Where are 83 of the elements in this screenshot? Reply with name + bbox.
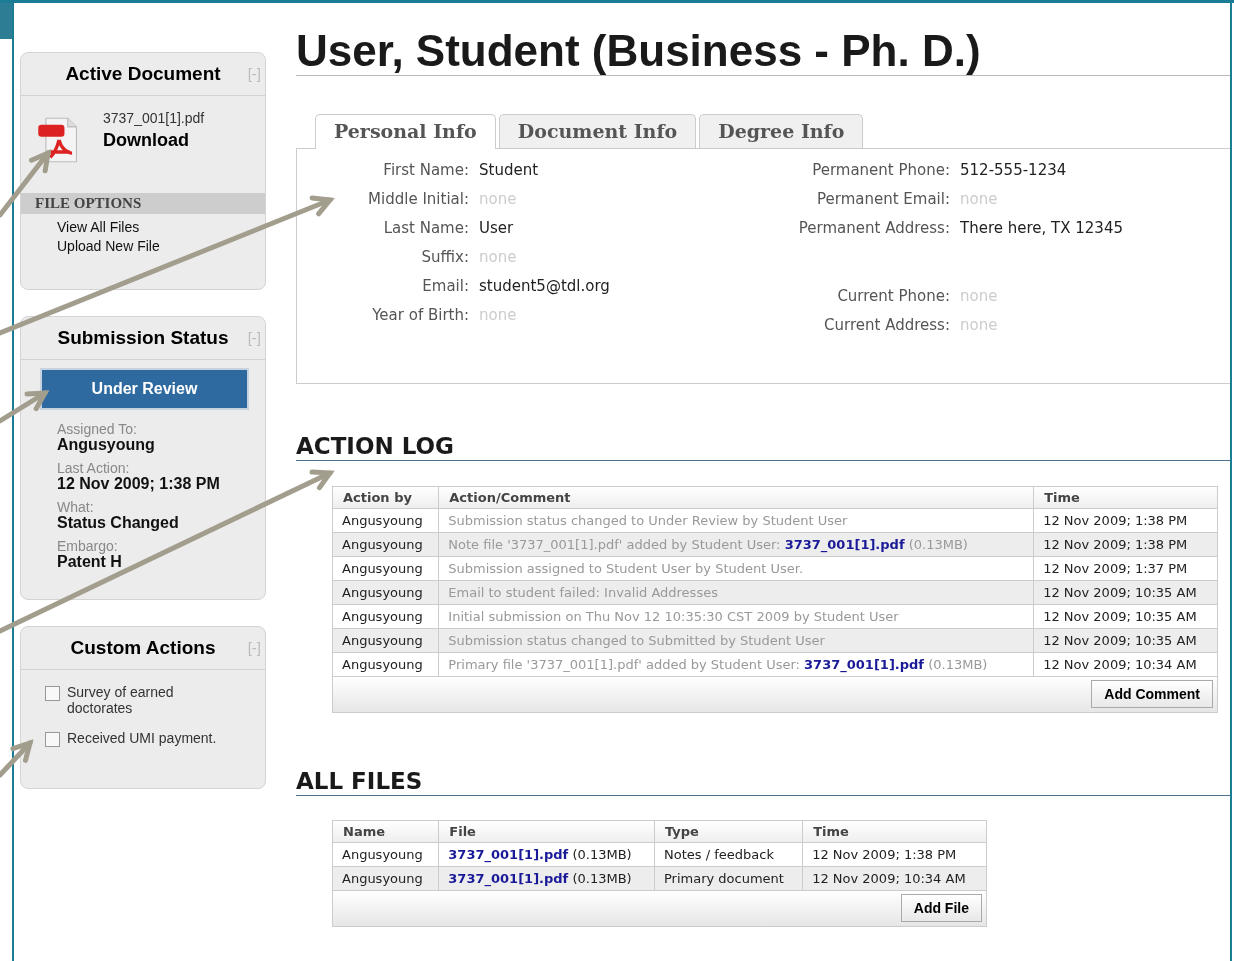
checkbox[interactable] — [45, 686, 60, 701]
detail-label: What: — [57, 500, 95, 515]
table-cell: Angusyoung — [333, 866, 439, 891]
column-header: Time — [1033, 487, 1217, 509]
column-header: Type — [654, 821, 803, 843]
table-cell: 12 Nov 2009; 1:38 PM — [1033, 532, 1217, 557]
panel-title: Custom Actions — [70, 637, 216, 659]
field-label: Suffix: — [420, 247, 470, 266]
table-cell: Angusyoung — [333, 628, 439, 653]
file-link[interactable]: 3737_001[1].pdf — [804, 657, 925, 672]
table-cell: Submission status changed to Submitted by Student User — [438, 628, 1034, 653]
table-cell: 12 Nov 2009; 10:34 AM — [802, 866, 986, 891]
column-header: Action by — [333, 487, 439, 509]
table-cell: Angusyoung — [333, 532, 439, 557]
field-label: Email: — [421, 276, 470, 295]
column-header: Action/Comment — [438, 487, 1034, 509]
field-value: 512-555-1234 — [960, 160, 1067, 179]
detail-value: Angusyoung — [57, 437, 156, 452]
table-cell: Angusyoung — [333, 508, 439, 533]
field-value: User — [479, 218, 514, 237]
table-cell: Notes / feedback — [654, 842, 803, 867]
table-cell: Angusyoung — [333, 652, 439, 677]
field-label: Current Address: — [823, 315, 951, 334]
file-link[interactable]: 3737_001[1].pdf — [448, 871, 569, 886]
table-cell: 3737_001[1].pdf (0.13MB) — [438, 842, 655, 867]
detail-label: Assigned To: — [57, 422, 138, 437]
table-cell: Angusyoung — [333, 556, 439, 581]
field-label: Permanent Email: — [816, 189, 951, 208]
file-link[interactable]: 3737_001[1].pdf — [448, 847, 569, 862]
panel-title: Active Document — [65, 63, 221, 85]
column-header: File — [438, 821, 655, 843]
section-heading: ACTION LOG — [296, 432, 1230, 461]
field-value: student5@tdl.org — [479, 276, 610, 295]
tab[interactable]: Degree Info — [699, 114, 864, 148]
corner-block — [0, 3, 12, 39]
file-options-heading: FILE OPTIONS — [21, 193, 265, 214]
status-badge: Under Review — [40, 368, 249, 410]
column-header: Name — [333, 821, 439, 843]
table-cell: Angusyoung — [333, 580, 439, 605]
table-cell: Email to student failed: Invalid Addresses — [438, 580, 1034, 605]
table-cell: Angusyoung — [333, 842, 439, 867]
table-cell: 12 Nov 2009; 10:35 AM — [1033, 580, 1217, 605]
field-label: First Name: — [382, 160, 470, 179]
table-cell: Initial submission on Thu Nov 12 10:35:30 CST 2009 by Student User — [438, 604, 1034, 629]
table-cell: 3737_001[1].pdf (0.13MB) — [438, 866, 655, 891]
add-file-button[interactable]: Add File — [900, 894, 982, 922]
detail-value: Status Changed — [57, 515, 180, 530]
download-link[interactable]: Download — [103, 130, 205, 151]
field-label: Middle Initial: — [367, 189, 470, 208]
field-label: Year of Birth: — [371, 305, 470, 324]
field-label: Last Name: — [382, 218, 470, 237]
annotation-arrow — [0, 390, 50, 424]
file-option-link[interactable]: View All Files — [57, 219, 265, 235]
field-value: Student — [479, 160, 539, 179]
field-value: There here, TX 12345 — [960, 218, 1123, 237]
table-cell: 12 Nov 2009; 10:35 AM — [1033, 628, 1217, 653]
field-label: Permanent Phone: — [811, 160, 951, 179]
file-name: 3737_001[1].pdf — [103, 110, 205, 126]
table-cell: Angusyoung — [333, 604, 439, 629]
field-label: Current Phone: — [836, 286, 951, 305]
annotation-arrow — [0, 739, 34, 778]
tab[interactable]: Document Info — [498, 114, 697, 148]
table-cell: Submission status changed to Under Review by Student User — [438, 508, 1034, 533]
detail-value: 12 Nov 2009; 1:38 PM — [57, 476, 221, 491]
table-cell: Primary document — [654, 866, 803, 891]
checkbox-label[interactable]: Survey of earned doctorates — [67, 684, 227, 716]
detail-value: Patent H — [57, 554, 123, 569]
section-heading: ALL FILES — [296, 767, 1230, 796]
table-cell: Submission assigned to Student User by Student User. — [438, 556, 1034, 581]
detail-label: Last Action: — [57, 461, 131, 476]
detail-label: Embargo: — [57, 539, 119, 554]
add-comment-button[interactable]: Add Comment — [1091, 680, 1213, 708]
column-header: Time — [802, 821, 986, 843]
checkbox[interactable] — [45, 732, 60, 747]
table-cell: Primary file '3737_001[1].pdf' added by Student User: 3737_001[1].pdf (0.13MB) — [438, 652, 1034, 677]
panel-title: Submission Status — [57, 327, 229, 349]
checkbox-label[interactable]: Received UMI payment. — [67, 730, 227, 746]
tab[interactable]: Personal Info — [315, 114, 496, 149]
table-cell: Note file '3737_001[1].pdf' added by Student User: 3737_001[1].pdf (0.13MB) — [438, 532, 1034, 557]
page-title: User, Student (Business - Ph. D.) — [296, 27, 1230, 76]
field-label: Permanent Address: — [797, 218, 951, 237]
file-link[interactable]: 3737_001[1].pdf — [784, 537, 905, 552]
file-option-link[interactable]: Upload New File — [57, 238, 265, 254]
